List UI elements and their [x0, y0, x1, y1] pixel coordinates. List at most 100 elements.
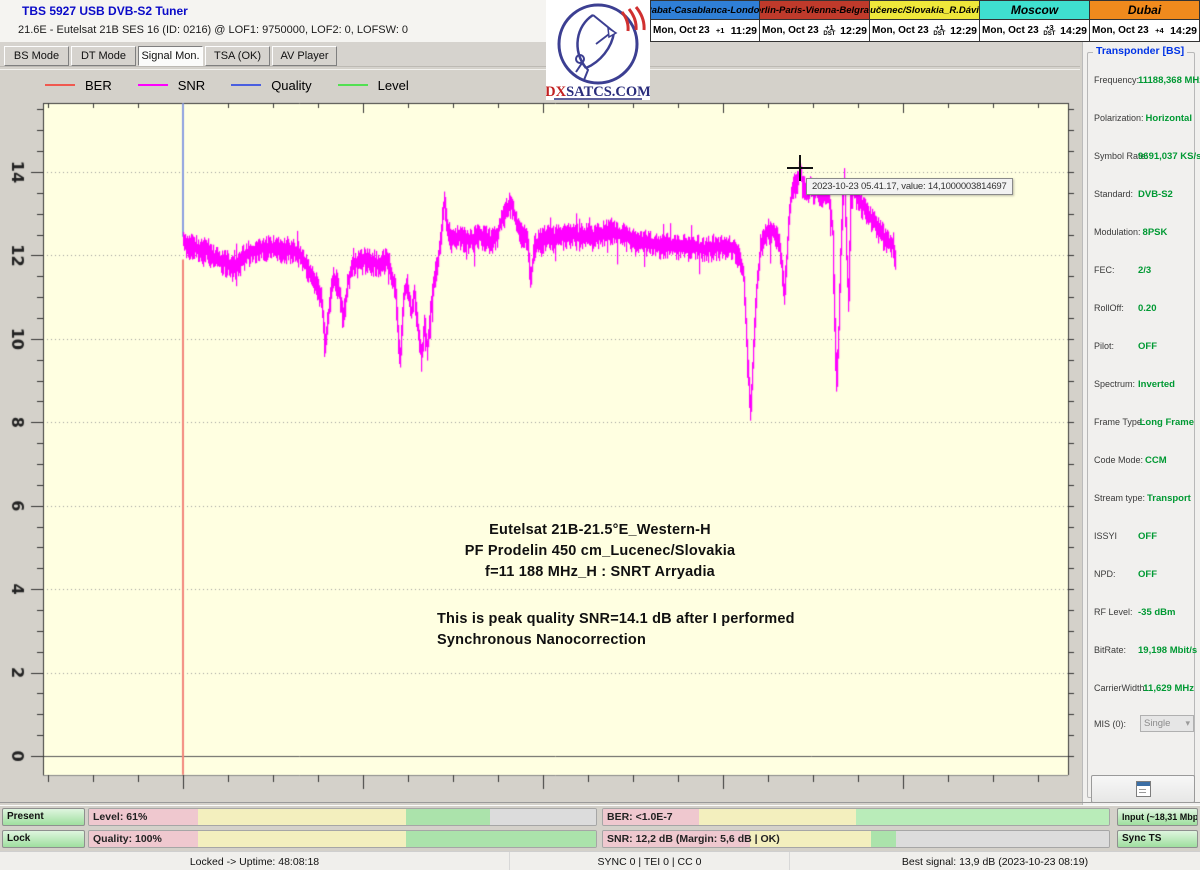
transponder-row-value: -35 dBm [1136, 607, 1175, 618]
transponder-row: Symbol Rate:9691,037 KS/s [1088, 151, 1194, 163]
annotation-line: This is peak quality SNR=14.1 dB after I… [437, 609, 825, 630]
tab-dt-mode[interactable]: DT Mode [71, 46, 136, 66]
transponder-row: BitRate:19,198 Mbit/s [1088, 645, 1194, 657]
legend-item-ber: BER [45, 78, 112, 93]
transponder-row-value: 0.20 [1136, 303, 1157, 314]
transponder-panel: Transponder [BS] Frequency:11188,368 MHz… [1082, 42, 1200, 805]
mis-value: Single [1144, 718, 1170, 729]
bar-segment [198, 809, 406, 825]
legend-item-snr: SNR [138, 78, 205, 93]
signal-chart[interactable]: Eutelsat 21B-21.5°E_Western-H PF Prodeli… [0, 100, 1080, 790]
annotation-line: Synchronous Nanocorrection [437, 630, 825, 651]
clock-city-label: Moscow [980, 1, 1089, 20]
tab-tsa[interactable]: TSA (OK) [205, 46, 270, 66]
transponder-row: FEC:2/3 [1088, 265, 1194, 277]
level-line-swatch [338, 84, 368, 86]
tab-av-player[interactable]: AV Player [272, 46, 337, 66]
panel-button[interactable] [1091, 775, 1195, 803]
bar-segment [406, 831, 596, 847]
window-list-icon [1136, 781, 1151, 797]
clock-utc-offset: +4 [1149, 27, 1170, 35]
transponder-row: RollOff:0.20 [1088, 303, 1194, 315]
clock-date: Mon, Oct 23 [762, 25, 819, 36]
clock-panel-3: MoscowMon, Oct 23+3DST14:29 [980, 0, 1090, 42]
legend-label: Quality [271, 78, 311, 93]
transponder-row-value: CCM [1143, 455, 1167, 466]
transponder-row: NPD:OFF [1088, 569, 1194, 581]
tab-bs-mode[interactable]: BS Mode [4, 46, 69, 66]
legend-label: Level [378, 78, 409, 93]
transponder-row-label: BitRate: [1094, 645, 1136, 655]
transponder-row-value: Transport [1145, 493, 1191, 504]
transponder-row-label: ISSYI [1094, 531, 1136, 541]
status-sync-counters: SYNC 0 | TEI 0 | CC 0 [510, 852, 790, 870]
snr-line-swatch [138, 84, 168, 86]
transponder-row: Frequency:11188,368 MHz [1088, 75, 1194, 87]
mis-dropdown[interactable]: Single ▾ [1140, 715, 1194, 732]
mis-label: MIS (0): [1094, 719, 1136, 729]
clock-time-row: Mon, Oct 23+3DST14:29 [980, 20, 1089, 41]
transponder-row-label: FEC: [1094, 265, 1136, 275]
transponder-row-value: OFF [1136, 531, 1157, 542]
tab-bar: BS Mode DT Mode Signal Mon. TSA (OK) AV … [0, 42, 1080, 68]
transponder-row: Polarization:Horizontal [1088, 113, 1194, 125]
clock-time: 14:29 [1170, 25, 1197, 37]
transponder-row: Modulation:8PSK [1088, 227, 1194, 239]
transponder-row-value: 9691,037 KS/s [1136, 151, 1200, 162]
clock-city-label: Dubai [1090, 1, 1199, 20]
chevron-down-icon: ▾ [1185, 718, 1190, 729]
tab-signal-mon[interactable]: Signal Mon. [138, 46, 203, 66]
transponder-row-value: Long Frame [1138, 417, 1194, 428]
transponder-row-label: CarrierWidth: [1094, 683, 1141, 693]
present-indicator: Present [2, 808, 85, 826]
tab-strip-divider [0, 66, 1080, 70]
transponder-row: Spectrum:Inverted [1088, 379, 1194, 391]
transponder-row-label: Modulation: [1094, 227, 1141, 237]
snr-text: SNR: 12,2 dB (Margin: 5,6 dB | OK) [607, 833, 780, 845]
transponder-row-value: 8PSK [1141, 227, 1168, 238]
transponder-row: Stream type:Transport [1088, 493, 1194, 505]
transponder-row-value: 11188,368 MHz [1136, 75, 1200, 86]
clock-time-row: Mon, Oct 23+1DST12:29 [760, 20, 869, 41]
transponder-row-value: Horizontal [1144, 113, 1192, 124]
horizontal-divider [0, 802, 1200, 806]
lock-indicator: Lock [2, 830, 85, 848]
clock-time: 12:29 [840, 25, 867, 37]
legend-label: SNR [178, 78, 205, 93]
satellite-dish-icon: DXSATCS.COM [546, 0, 650, 104]
quality-text: Quality: 100% [93, 833, 162, 845]
clock-time-row: Mon, Oct 23+111:29 [651, 20, 759, 41]
chart-legend: BER SNR Quality Level [45, 74, 409, 96]
clock-date: Mon, Oct 23 [872, 25, 929, 36]
transponder-row-value: OFF [1136, 569, 1157, 580]
bar-segment [856, 809, 1109, 825]
transponder-groupbox: Transponder [BS] Frequency:11188,368 MHz… [1087, 52, 1195, 798]
clock-date: Mon, Oct 23 [653, 25, 710, 36]
transponder-row-value: 11,629 MHz [1141, 683, 1194, 694]
bar-segment [699, 809, 856, 825]
transponder-row: Frame Type:Long Frame [1088, 417, 1194, 429]
transponder-row-label: Frame Type: [1094, 417, 1138, 427]
transponder-row-label: RollOff: [1094, 303, 1136, 313]
transponder-row-label: Code Mode: [1094, 455, 1143, 465]
transponder-row-label: RF Level: [1094, 607, 1136, 617]
transponder-row-label: Stream type: [1094, 493, 1145, 503]
app-title: TBS 5927 USB DVB-S2 Tuner [22, 4, 188, 18]
app-window: TBS 5927 USB DVB-S2 Tuner 21.6E - Eutels… [0, 0, 1200, 870]
clock-city-label: Lučenec/Slovakia_R.Dávid [870, 1, 979, 20]
clock-city-label: Berlin-Paris-Vienna-Belgrade [760, 1, 869, 20]
signal-chart-canvas[interactable] [0, 100, 1080, 790]
legend-item-quality: Quality [231, 78, 311, 93]
transponder-row: Code Mode:CCM [1088, 455, 1194, 467]
ber-progressbar: BER: <1.0E-7 [602, 808, 1110, 826]
clock-time: 11:29 [731, 25, 757, 37]
transponder-row: Standard:DVB-S2 [1088, 189, 1194, 201]
transponder-row: CarrierWidth:11,629 MHz [1088, 683, 1194, 695]
transponder-row-value: DVB-S2 [1136, 189, 1173, 200]
quality-progressbar: Quality: 100% [88, 830, 597, 848]
clock-utc-offset: +3DST [1039, 24, 1060, 38]
transponder-row-value: Inverted [1136, 379, 1175, 390]
transponder-row: Pilot:OFF [1088, 341, 1194, 353]
transponder-row: RF Level:-35 dBm [1088, 607, 1194, 619]
clock-panel-4: DubaiMon, Oct 23+414:29 [1090, 0, 1200, 42]
